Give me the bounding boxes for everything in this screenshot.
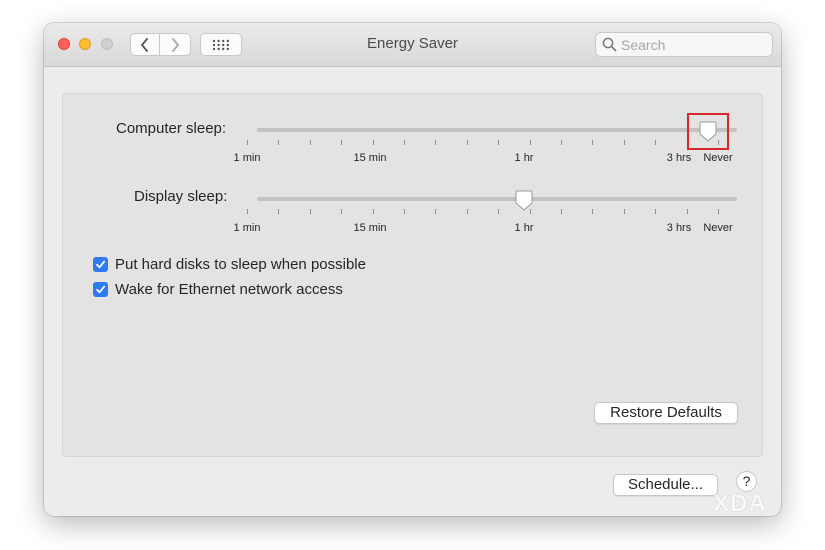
slider-tick [561, 140, 562, 145]
hard-disk-sleep-checkbox[interactable] [93, 257, 108, 272]
watermark-logo: XDA [713, 490, 767, 517]
slider-tick [435, 140, 437, 145]
title-bar: Energy Saver Search [44, 23, 781, 67]
computer-sleep-highlight-box [687, 113, 729, 150]
wake-ethernet-checkbox[interactable] [93, 282, 108, 297]
slider-tick [561, 209, 562, 214]
checkmark-icon [96, 285, 106, 294]
slider-tick [498, 209, 500, 214]
slider-tick [718, 209, 719, 214]
hard-disk-sleep-label: Put hard disks to sleep when possible [115, 256, 366, 273]
slider-tick [278, 209, 280, 214]
display-sleep-tick-1min: 1 min [233, 222, 261, 234]
computer-sleep-tick-1min: 1 min [233, 152, 261, 164]
slider-tick [309, 209, 311, 214]
slider-tick [498, 140, 500, 145]
slider-tick [592, 209, 594, 214]
slider-tick [404, 209, 405, 214]
display-sleep-tick-15min: 15 min [353, 222, 387, 234]
slider-tick [435, 209, 437, 214]
slider-tick [278, 140, 280, 145]
computer-sleep-tick-15min: 15 min [353, 152, 387, 164]
slider-tick [341, 209, 343, 214]
schedule-button[interactable]: Schedule... [613, 474, 718, 496]
slider-tick [247, 209, 248, 214]
slider-tick [655, 209, 657, 214]
computer-sleep-slider[interactable] [257, 128, 737, 132]
slider-tick [592, 140, 594, 145]
computer-sleep-tick-3hrs: 3 hrs [666, 152, 692, 164]
wake-ethernet-option[interactable]: Wake for Ethernet network access [93, 281, 343, 298]
settings-panel: Computer sleep: 1 min 15 min 1 hr 3 hrs … [62, 93, 763, 457]
slider-tick [623, 140, 625, 145]
energy-saver-window: Energy Saver Search Computer sleep: 1 mi… [44, 23, 781, 516]
display-sleep-slider-thumb[interactable] [514, 190, 534, 212]
computer-sleep-tick-1hr: 1 hr [514, 152, 534, 164]
display-sleep-tick-1hr: 1 hr [514, 222, 534, 234]
search-placeholder: Search [621, 37, 666, 53]
search-icon [602, 37, 617, 52]
slider-tick [372, 209, 374, 214]
computer-sleep-tick-never: Never [703, 152, 733, 164]
restore-defaults-button[interactable]: Restore Defaults [594, 402, 738, 424]
slider-tick [466, 140, 468, 145]
slider-tick [529, 140, 531, 145]
display-sleep-label: Display sleep: [134, 188, 228, 205]
slider-tick [655, 140, 657, 145]
slider-tick [686, 209, 688, 214]
slider-tick [623, 209, 625, 214]
slider-tick [247, 140, 248, 145]
hard-disk-sleep-option[interactable]: Put hard disks to sleep when possible [93, 256, 366, 273]
help-button[interactable]: ? [736, 471, 757, 492]
display-sleep-tick-never: Never [703, 222, 733, 234]
slider-tick [466, 209, 468, 214]
slider-tick [372, 140, 374, 145]
display-sleep-slider[interactable] [257, 197, 737, 201]
display-sleep-tick-3hrs: 3 hrs [666, 222, 692, 234]
slider-tick [309, 140, 311, 145]
checkmark-icon [96, 260, 106, 269]
wake-ethernet-label: Wake for Ethernet network access [115, 281, 343, 298]
computer-sleep-label: Computer sleep: [116, 120, 227, 137]
slider-tick [341, 140, 343, 145]
search-field[interactable]: Search [595, 32, 773, 57]
slider-tick [404, 140, 405, 145]
